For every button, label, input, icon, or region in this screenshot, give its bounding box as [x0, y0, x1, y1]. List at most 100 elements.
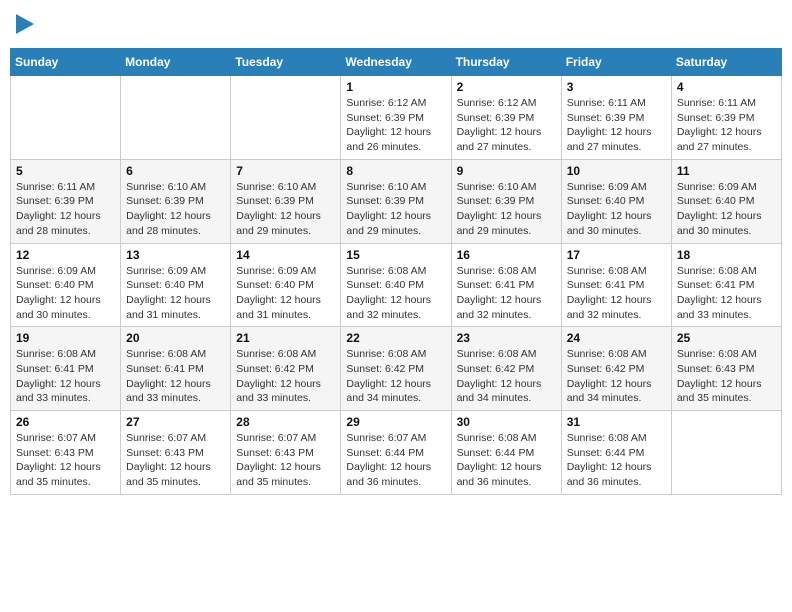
calendar-cell: 10Sunrise: 6:09 AMSunset: 6:40 PMDayligh…	[561, 159, 671, 243]
header-monday: Monday	[121, 49, 231, 76]
day-number: 6	[126, 164, 225, 178]
day-number: 8	[346, 164, 445, 178]
day-number: 5	[16, 164, 115, 178]
day-info: Sunrise: 6:08 AMSunset: 6:41 PMDaylight:…	[16, 347, 115, 406]
calendar-cell: 18 Sunrise: 6:08 AMSunset: 6:41 PMDayligh…	[671, 243, 781, 327]
day-number: 14	[236, 248, 335, 262]
day-info: Sunrise: 6:07 AMSunset: 6:43 PMDaylight:…	[16, 431, 115, 490]
calendar-header-row: SundayMondayTuesdayWednesdayThursdayFrid…	[11, 49, 782, 76]
day-info: Sunrise: 6:08 AMSunset: 6:43 PMDaylight:…	[677, 347, 776, 406]
day-info: Sunrise: 6:08 AMSunset: 6:42 PMDaylight:…	[236, 347, 335, 406]
calendar-cell: 16 Sunrise: 6:08 AMSunset: 6:41 PMDayligh…	[451, 243, 561, 327]
day-info: Sunrise: 6:09 AMSunset: 6:40 PMDaylight:…	[236, 264, 335, 323]
day-info: Sunrise: 6:12 AMSunset: 6:39 PMDaylight:…	[346, 96, 445, 155]
calendar-cell: 23Sunrise: 6:08 AMSunset: 6:42 PMDayligh…	[451, 327, 561, 411]
day-info: Sunrise: 6:10 AMSunset: 6:39 PMDaylight:…	[236, 180, 335, 239]
day-number: 7	[236, 164, 335, 178]
calendar-cell: 15 Sunrise: 6:08 AMSunset: 6:40 PMDayligh…	[341, 243, 451, 327]
calendar-cell: 25 Sunrise: 6:08 AMSunset: 6:43 PMDayligh…	[671, 327, 781, 411]
calendar-cell	[231, 76, 341, 160]
calendar-cell: 9 Sunrise: 6:10 AMSunset: 6:39 PMDaylight…	[451, 159, 561, 243]
day-info: Sunrise: 6:08 AMSunset: 6:42 PMDaylight:…	[346, 347, 445, 406]
calendar-cell: 1Sunrise: 6:12 AMSunset: 6:39 PMDaylight…	[341, 76, 451, 160]
day-number: 28	[236, 415, 335, 429]
day-info: Sunrise: 6:11 AMSunset: 6:39 PMDaylight:…	[677, 96, 776, 155]
calendar-cell: 17 Sunrise: 6:08 AMSunset: 6:41 PMDayligh…	[561, 243, 671, 327]
day-number: 17	[567, 248, 666, 262]
logo	[14, 16, 34, 34]
calendar-week-2: 5Sunrise: 6:11 AMSunset: 6:39 PMDaylight…	[11, 159, 782, 243]
day-number: 16	[457, 248, 556, 262]
calendar-cell: 6 Sunrise: 6:10 AMSunset: 6:39 PMDaylight…	[121, 159, 231, 243]
day-number: 24	[567, 331, 666, 345]
calendar-cell: 13 Sunrise: 6:09 AMSunset: 6:40 PMDayligh…	[121, 243, 231, 327]
day-info: Sunrise: 6:08 AMSunset: 6:41 PMDaylight:…	[677, 264, 776, 323]
day-number: 9	[457, 164, 556, 178]
day-number: 26	[16, 415, 115, 429]
day-number: 29	[346, 415, 445, 429]
calendar-table: SundayMondayTuesdayWednesdayThursdayFrid…	[10, 48, 782, 495]
day-number: 31	[567, 415, 666, 429]
day-info: Sunrise: 6:07 AMSunset: 6:43 PMDaylight:…	[236, 431, 335, 490]
calendar-week-3: 12 Sunrise: 6:09 AMSunset: 6:40 PMDayligh…	[11, 243, 782, 327]
day-info: Sunrise: 6:07 AMSunset: 6:43 PMDaylight:…	[126, 431, 225, 490]
calendar-cell: 27 Sunrise: 6:07 AMSunset: 6:43 PMDayligh…	[121, 411, 231, 495]
day-number: 18	[677, 248, 776, 262]
day-info: Sunrise: 6:09 AMSunset: 6:40 PMDaylight:…	[16, 264, 115, 323]
header-saturday: Saturday	[671, 49, 781, 76]
calendar-cell: 5Sunrise: 6:11 AMSunset: 6:39 PMDaylight…	[11, 159, 121, 243]
day-number: 27	[126, 415, 225, 429]
day-info: Sunrise: 6:10 AMSunset: 6:39 PMDaylight:…	[346, 180, 445, 239]
day-number: 12	[16, 248, 115, 262]
header-tuesday: Tuesday	[231, 49, 341, 76]
day-info: Sunrise: 6:08 AMSunset: 6:41 PMDaylight:…	[567, 264, 666, 323]
calendar-cell: 3Sunrise: 6:11 AMSunset: 6:39 PMDaylight…	[561, 76, 671, 160]
header-wednesday: Wednesday	[341, 49, 451, 76]
day-info: Sunrise: 6:10 AMSunset: 6:39 PMDaylight:…	[126, 180, 225, 239]
calendar-cell: 4 Sunrise: 6:11 AMSunset: 6:39 PMDaylight…	[671, 76, 781, 160]
day-info: Sunrise: 6:08 AMSunset: 6:41 PMDaylight:…	[457, 264, 556, 323]
day-info: Sunrise: 6:08 AMSunset: 6:40 PMDaylight:…	[346, 264, 445, 323]
calendar-cell: 24Sunrise: 6:08 AMSunset: 6:42 PMDayligh…	[561, 327, 671, 411]
calendar-cell: 29 Sunrise: 6:07 AMSunset: 6:44 PMDayligh…	[341, 411, 451, 495]
page-header	[10, 10, 782, 40]
calendar-week-4: 19Sunrise: 6:08 AMSunset: 6:41 PMDayligh…	[11, 327, 782, 411]
day-info: Sunrise: 6:10 AMSunset: 6:39 PMDaylight:…	[457, 180, 556, 239]
day-info: Sunrise: 6:08 AMSunset: 6:44 PMDaylight:…	[567, 431, 666, 490]
calendar-cell: 21 Sunrise: 6:08 AMSunset: 6:42 PMDayligh…	[231, 327, 341, 411]
calendar-cell: 19Sunrise: 6:08 AMSunset: 6:41 PMDayligh…	[11, 327, 121, 411]
calendar-cell: 20 Sunrise: 6:08 AMSunset: 6:41 PMDayligh…	[121, 327, 231, 411]
day-info: Sunrise: 6:08 AMSunset: 6:41 PMDaylight:…	[126, 347, 225, 406]
calendar-cell: 26 Sunrise: 6:07 AMSunset: 6:43 PMDayligh…	[11, 411, 121, 495]
day-number: 10	[567, 164, 666, 178]
day-info: Sunrise: 6:11 AMSunset: 6:39 PMDaylight:…	[567, 96, 666, 155]
logo-arrow-icon	[16, 14, 34, 34]
calendar-cell: 14 Sunrise: 6:09 AMSunset: 6:40 PMDayligh…	[231, 243, 341, 327]
header-thursday: Thursday	[451, 49, 561, 76]
day-info: Sunrise: 6:09 AMSunset: 6:40 PMDaylight:…	[677, 180, 776, 239]
calendar-cell	[11, 76, 121, 160]
calendar-cell: 22 Sunrise: 6:08 AMSunset: 6:42 PMDayligh…	[341, 327, 451, 411]
calendar-cell: 2 Sunrise: 6:12 AMSunset: 6:39 PMDaylight…	[451, 76, 561, 160]
header-sunday: Sunday	[11, 49, 121, 76]
calendar-cell: 7 Sunrise: 6:10 AMSunset: 6:39 PMDaylight…	[231, 159, 341, 243]
calendar-cell: 31 Sunrise: 6:08 AMSunset: 6:44 PMDayligh…	[561, 411, 671, 495]
day-number: 23	[457, 331, 556, 345]
day-number: 13	[126, 248, 225, 262]
day-info: Sunrise: 6:12 AMSunset: 6:39 PMDaylight:…	[457, 96, 556, 155]
calendar-cell	[121, 76, 231, 160]
calendar-cell	[671, 411, 781, 495]
day-number: 20	[126, 331, 225, 345]
day-number: 25	[677, 331, 776, 345]
day-number: 21	[236, 331, 335, 345]
day-info: Sunrise: 6:07 AMSunset: 6:44 PMDaylight:…	[346, 431, 445, 490]
day-number: 2	[457, 80, 556, 94]
calendar-cell: 28 Sunrise: 6:07 AMSunset: 6:43 PMDayligh…	[231, 411, 341, 495]
day-info: Sunrise: 6:09 AMSunset: 6:40 PMDaylight:…	[126, 264, 225, 323]
day-number: 30	[457, 415, 556, 429]
header-friday: Friday	[561, 49, 671, 76]
day-number: 4	[677, 80, 776, 94]
calendar-cell: 30Sunrise: 6:08 AMSunset: 6:44 PMDayligh…	[451, 411, 561, 495]
day-number: 22	[346, 331, 445, 345]
day-number: 15	[346, 248, 445, 262]
